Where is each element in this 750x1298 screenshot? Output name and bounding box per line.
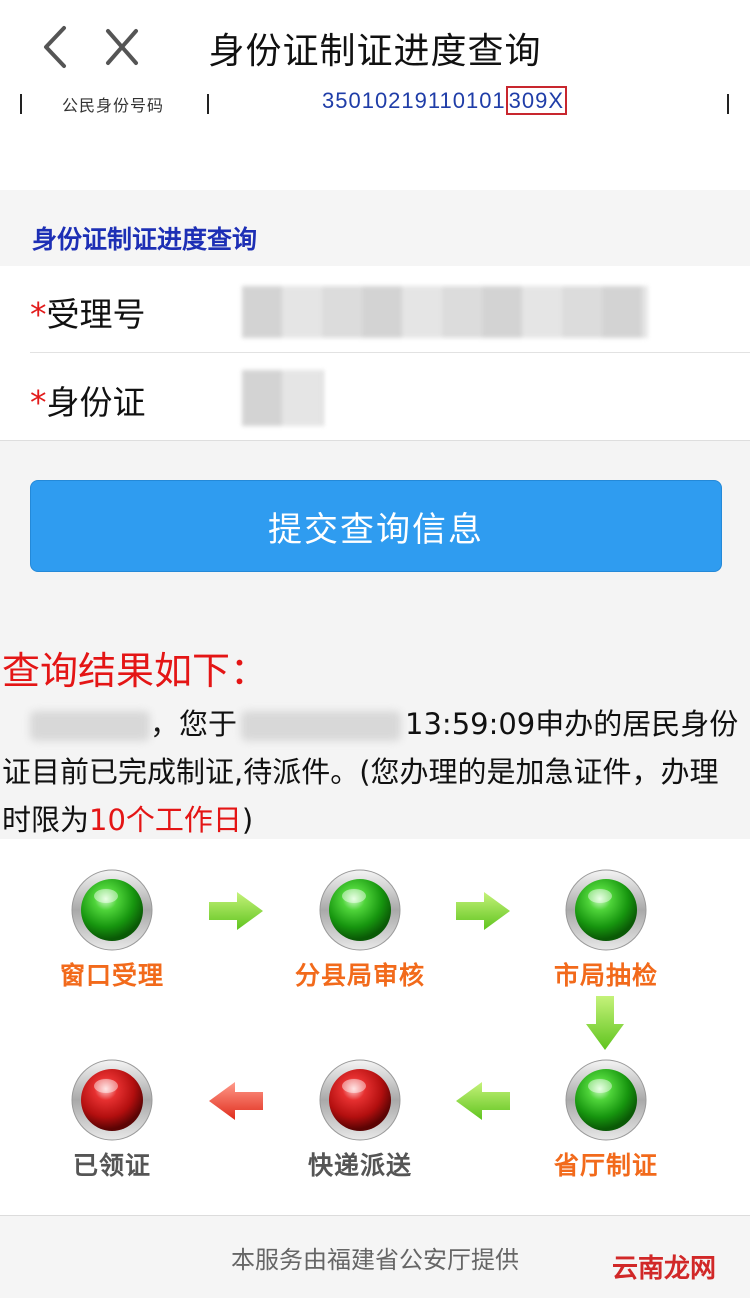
receipt-number-input[interactable] xyxy=(242,286,648,338)
result-title: 查询结果如下： xyxy=(2,649,269,693)
doc-divider xyxy=(207,94,209,114)
status-light-green-icon xyxy=(565,869,647,951)
step-node: 省厅制证 xyxy=(526,1058,686,1182)
status-light-red-icon xyxy=(319,1059,401,1141)
back-icon[interactable] xyxy=(38,22,78,72)
idcard-number-input[interactable] xyxy=(242,370,324,426)
arrow-left-icon xyxy=(209,1082,263,1120)
status-light-green-icon xyxy=(319,869,401,951)
footer: 本服务由福建省公安厅提供 云南龙网 xyxy=(0,1215,750,1298)
redacted-name xyxy=(30,711,150,741)
doc-divider xyxy=(20,94,22,114)
section-title: 身份证制证进度查询 xyxy=(32,225,258,254)
id-document-strip: 公民身份号码 35010219110101 309X xyxy=(0,86,750,122)
receipt-label: *受理号 xyxy=(30,288,146,336)
close-icon[interactable] xyxy=(102,25,142,69)
step-label: 已领证 xyxy=(72,1151,151,1180)
step-node: 已领证 xyxy=(32,1058,192,1182)
idcard-label: *身份证 xyxy=(30,376,146,424)
idcard-label-text: 身份证 xyxy=(46,383,146,422)
step-node: 分县局审核 xyxy=(280,868,440,992)
status-light-green-icon xyxy=(565,1059,647,1141)
step-label: 分县局审核 xyxy=(294,961,425,990)
arrow-right-icon xyxy=(209,892,263,930)
submit-query-button[interactable]: 提交查询信息 xyxy=(30,480,722,572)
step-label: 窗口受理 xyxy=(59,961,164,990)
receipt-label-text: 受理号 xyxy=(46,295,146,334)
step-node: 市局抽检 xyxy=(526,868,686,992)
doc-id-highlight: 309X xyxy=(505,86,568,115)
progress-flow: 窗口受理 分县局审核 市局抽检 省厅制证 快递派送 已领证 xyxy=(0,840,750,1215)
required-mark: * xyxy=(30,383,47,422)
required-mark: * xyxy=(30,295,47,334)
time-limit-highlight: 10个工作日 xyxy=(89,803,242,837)
result-text: ，您于 13:59:09申办的居民身份证目前已完成制证,待派件。(您办理的是加急证… xyxy=(2,700,746,844)
result-text-part1: ，您于 xyxy=(150,707,238,741)
step-label: 省厅制证 xyxy=(553,1151,658,1180)
result-text-part3: ) xyxy=(241,803,254,837)
status-light-red-icon xyxy=(71,1059,153,1141)
arrow-down-icon xyxy=(586,996,624,1050)
form-row-receipt: *受理号 xyxy=(30,266,750,353)
spacer xyxy=(0,122,750,190)
arrow-left-icon xyxy=(456,1082,510,1120)
doc-id-prefix: 35010219110101 xyxy=(322,88,506,113)
step-label: 快递派送 xyxy=(307,1151,412,1180)
arrow-right-icon xyxy=(456,892,510,930)
nav-bar: 身份证制证进度查询 xyxy=(0,0,750,93)
redacted-date xyxy=(241,711,402,741)
doc-id-number: 35010219110101 309X xyxy=(322,86,568,115)
status-light-green-icon xyxy=(71,869,153,951)
form-row-idcard: *身份证 xyxy=(30,354,750,440)
step-node: 快递派送 xyxy=(280,1058,440,1182)
doc-field-label: 公民身份号码 xyxy=(62,96,165,115)
query-form: *受理号 *身份证 xyxy=(0,266,750,441)
page-title: 身份证制证进度查询 xyxy=(208,31,542,72)
section-header: 身份证制证进度查询 xyxy=(0,190,750,267)
watermark: 云南龙网 xyxy=(611,1254,716,1284)
step-label: 市局抽检 xyxy=(553,961,658,990)
step-node: 窗口受理 xyxy=(32,868,192,992)
doc-divider xyxy=(727,94,729,114)
